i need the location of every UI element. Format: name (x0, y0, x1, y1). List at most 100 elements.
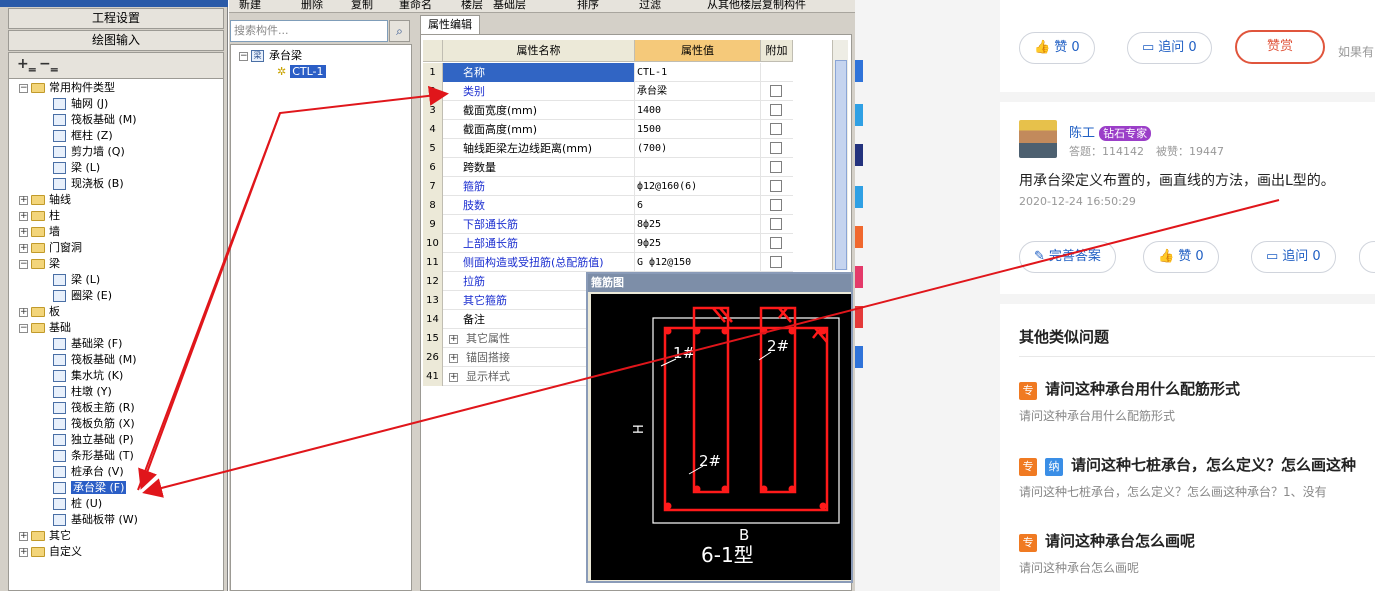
tree-item[interactable]: 圈梁 (E) (53, 288, 112, 304)
scroll-thumb[interactable] (835, 60, 847, 270)
tree-item[interactable]: 承台梁 (F) (53, 480, 127, 496)
tree-folder[interactable]: + 柱 (19, 208, 60, 224)
tree-item[interactable]: 桩 (U) (53, 496, 102, 512)
expand-icon[interactable]: + (449, 353, 458, 363)
expand-icon[interactable]: + (19, 243, 28, 253)
tree-folder[interactable]: + 门窗洞 (19, 240, 82, 256)
similar-title[interactable]: 请问这种七桩承台，怎么定义？怎么画这种 (1071, 456, 1356, 474)
sort-button[interactable]: 排序 (577, 0, 599, 12)
property-value[interactable]: CTL-1 (635, 63, 761, 82)
extra-checkbox[interactable] (770, 199, 782, 211)
expand-all-icon[interactable]: +‗ (17, 56, 36, 72)
property-scrollbar[interactable] (832, 40, 848, 270)
tree-folder[interactable]: + 墙 (19, 224, 60, 240)
extra-checkbox[interactable] (770, 180, 782, 192)
property-value[interactable]: 9ф25 (635, 234, 761, 253)
copy-button[interactable]: 复制 (351, 0, 373, 12)
question-like-button[interactable]: 👍 赞 0 (1019, 32, 1095, 64)
improve-answer-button[interactable]: ✎ 完善答案 (1019, 241, 1116, 273)
property-row[interactable]: 4 截面高度(mm) 1500 (423, 120, 793, 139)
tree-item[interactable]: 筏板主筋 (R) (53, 400, 135, 416)
tree-folder[interactable]: − 梁 (19, 256, 60, 272)
extra-checkbox[interactable] (770, 161, 782, 173)
expand-icon[interactable]: + (19, 195, 28, 205)
tree-item[interactable]: 桩承台 (V) (53, 464, 124, 480)
tree-item[interactable]: 剪力墙 (Q) (53, 144, 125, 160)
user-name[interactable]: 陈工 (1069, 126, 1095, 141)
answer-ask-button[interactable]: ▭ 追问 0 (1251, 241, 1336, 273)
tree-item[interactable]: 基础板带 (W) (53, 512, 138, 528)
property-value[interactable]: 1500 (635, 120, 761, 139)
tree-folder[interactable]: + 轴线 (19, 192, 71, 208)
reward-button[interactable]: 赞赏 (1235, 30, 1325, 64)
extra-checkbox[interactable] (770, 256, 782, 268)
extra-checkbox[interactable] (770, 85, 782, 97)
question-ask-button[interactable]: ▭ 追问 0 (1127, 32, 1212, 64)
tree-folder[interactable]: − 常用构件类型 (19, 80, 115, 96)
property-row[interactable]: 1 名称 CTL-1 (423, 63, 793, 82)
extra-checkbox[interactable] (770, 218, 782, 230)
similar-item[interactable]: 专请问这种承台怎么画呢 (1019, 530, 1195, 552)
delete-button[interactable]: 删除 (301, 0, 323, 12)
expand-icon[interactable]: + (19, 211, 28, 221)
property-row[interactable]: 9 下部通长筋 8ф25 (423, 215, 793, 234)
property-value[interactable]: 承台梁 (635, 82, 761, 101)
tree-item[interactable]: 柱墩 (Y) (53, 384, 112, 400)
tree-item[interactable]: 基础梁 (F) (53, 336, 122, 352)
search-input[interactable]: 搜索构件... (230, 20, 388, 42)
collapse-icon[interactable]: − (19, 83, 28, 93)
collapse-icon[interactable]: − (19, 323, 28, 333)
collapse-icon[interactable]: − (239, 51, 248, 61)
drawing-input-button[interactable]: 绘图输入 (8, 30, 224, 51)
avatar[interactable] (1019, 120, 1057, 158)
floor-select[interactable]: 基础层 (493, 0, 526, 12)
project-settings-button[interactable]: 工程设置 (8, 8, 224, 29)
filter-button[interactable]: 过滤 (639, 0, 661, 12)
property-row[interactable]: 10 上部通长筋 9ф25 (423, 234, 793, 253)
tree-node-child[interactable]: ✲ CTL-1 (277, 64, 326, 80)
property-value[interactable]: G ф12@150 (635, 253, 761, 272)
tree-node-root[interactable]: − 梁承台梁 (239, 48, 302, 64)
property-value[interactable]: 1400 (635, 101, 761, 120)
tree-item[interactable]: 梁 (L) (53, 272, 100, 288)
expand-icon[interactable]: + (19, 307, 28, 317)
property-row[interactable]: 5 轴线距梁左边线距离(mm) (700) (423, 139, 793, 158)
extra-checkbox[interactable] (770, 104, 782, 116)
expand-icon[interactable]: + (19, 227, 28, 237)
answer-like-button[interactable]: 👍 赞 0 (1143, 241, 1219, 273)
property-value[interactable]: (700) (635, 139, 761, 158)
property-row[interactable]: 7 箍筋 ф12@160(6) (423, 177, 793, 196)
similar-title[interactable]: 请问这种承台怎么画呢 (1045, 532, 1195, 550)
tree-item[interactable]: 筏板基础 (M) (53, 112, 137, 128)
collapse-all-icon[interactable]: −‗ (39, 56, 58, 72)
tree-item[interactable]: 独立基础 (P) (53, 432, 134, 448)
similar-title[interactable]: 请问这种承台用什么配筋形式 (1045, 380, 1240, 398)
property-row[interactable]: 11 侧面构造或受扭筋(总配筋值) G ф12@150 (423, 253, 793, 272)
property-value[interactable]: 8ф25 (635, 215, 761, 234)
expand-icon[interactable]: + (19, 531, 28, 541)
expand-icon[interactable]: + (19, 547, 28, 557)
new-button[interactable]: 新建 (239, 0, 261, 12)
property-row[interactable]: 3 截面宽度(mm) 1400 (423, 101, 793, 120)
property-value[interactable]: 6 (635, 196, 761, 215)
extra-checkbox[interactable] (770, 142, 782, 154)
similar-item[interactable]: 专请问这种承台用什么配筋形式 (1019, 378, 1240, 400)
collapse-icon[interactable]: − (19, 259, 28, 269)
tree-item[interactable]: 筏板基础 (M) (53, 352, 137, 368)
property-row[interactable]: 2 类别 承台梁 (423, 82, 793, 101)
tree-item[interactable]: 条形基础 (T) (53, 448, 134, 464)
extra-checkbox[interactable] (770, 237, 782, 249)
search-icon[interactable]: ⌕ (389, 20, 410, 42)
property-value[interactable]: ф12@160(6) (635, 177, 761, 196)
extra-checkbox[interactable] (770, 123, 782, 135)
tree-item[interactable]: 轴网 (J) (53, 96, 108, 112)
expand-icon[interactable]: + (449, 372, 458, 382)
tree-item[interactable]: 筏板负筋 (X) (53, 416, 135, 432)
property-row[interactable]: 6 跨数量 (423, 158, 793, 177)
tree-item[interactable]: 现浇板 (B) (53, 176, 124, 192)
tree-folder[interactable]: + 自定义 (19, 544, 82, 560)
rename-button[interactable]: 重命名 (399, 0, 432, 12)
expand-icon[interactable]: + (449, 334, 458, 344)
tree-item[interactable]: 梁 (L) (53, 160, 100, 176)
tree-folder[interactable]: + 其它 (19, 528, 71, 544)
